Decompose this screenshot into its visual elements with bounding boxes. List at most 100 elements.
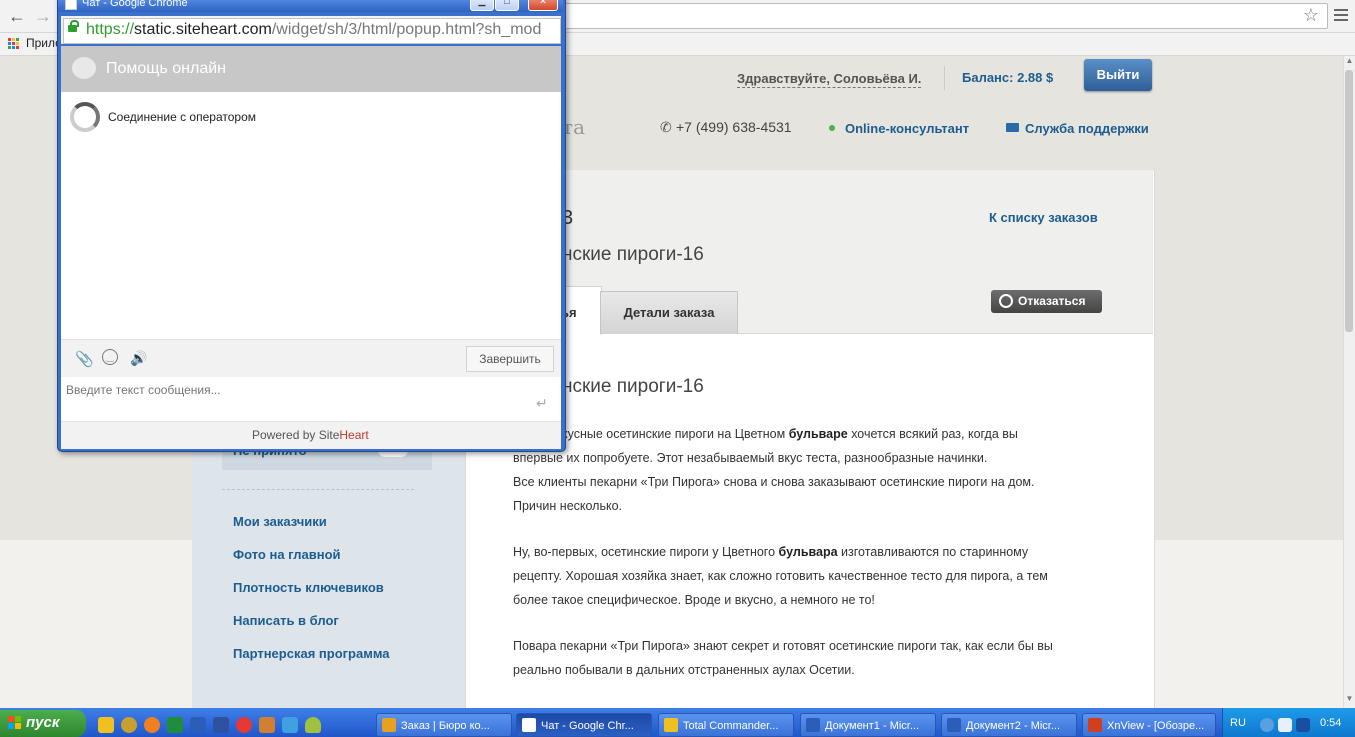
phone-icon: ✆ xyxy=(660,119,672,135)
windows-flag-icon xyxy=(8,716,22,730)
taskbar-task[interactable]: Заказ | Бюро ко... xyxy=(376,713,512,737)
url-path: /widget/sh/3/html/popup.html?sh_mod xyxy=(271,21,542,38)
smiley-icon[interactable]: ‿ xyxy=(102,349,118,365)
quicklaunch-pen-icon[interactable] xyxy=(98,717,114,733)
order-subtitle: нские пироги-16 xyxy=(562,244,704,265)
online-consultant-link[interactable]: Online-консультант xyxy=(845,121,969,136)
article-text: Причин несколько. xyxy=(513,499,623,513)
task-label: Документ2 - Micr... xyxy=(966,720,1061,732)
taskbar-task[interactable]: Чат - Google Chr... xyxy=(516,713,652,737)
logout-button[interactable]: Выйти xyxy=(1084,59,1152,91)
online-status-icon xyxy=(829,125,835,131)
url-host: static.siteheart.com xyxy=(134,21,272,38)
task-label: Чат - Google Chr... xyxy=(541,720,634,732)
article-text: Повара пекарни «Три Пирога» знают секрет… xyxy=(513,639,1053,653)
article-line: Повара пекарни «Три Пирога» знают секрет… xyxy=(513,639,1053,653)
start-label[interactable]: пуск xyxy=(26,714,59,731)
powered-by-link[interactable]: Powered by SiteHeart xyxy=(252,428,369,442)
article-heading: нские пироги-16 xyxy=(562,376,704,397)
loading-spinner-icon xyxy=(70,102,100,132)
apps-grid-icon[interactable] xyxy=(8,38,20,50)
article-text: впервые их попробуете. Этот незабываемый… xyxy=(513,451,988,465)
sidebar-item-homepage-photo[interactable]: Фото на главной xyxy=(233,547,341,562)
prohibited-icon xyxy=(999,294,1013,308)
article-text: более такое специфическое. Вроде и вкусн… xyxy=(513,593,875,607)
sidebar-item-write-blog[interactable]: Написать в блог xyxy=(233,613,339,628)
sidebar xyxy=(192,440,465,710)
taskbar-task[interactable]: Документ2 - Micr... xyxy=(941,713,1077,737)
quicklaunch-app-icon[interactable] xyxy=(305,717,321,733)
quicklaunch-excel-icon[interactable] xyxy=(167,717,183,733)
close-icon[interactable]: ✕ xyxy=(528,0,558,11)
article-text: Все клиенты пекарни «Три Пирога» снова и… xyxy=(513,475,1035,489)
taskbar-task[interactable]: Документ1 - Micr... xyxy=(800,713,936,737)
envelope-icon xyxy=(1006,123,1019,132)
article-text: Ну, во-первых, осетинские пироги у Цветн… xyxy=(513,545,779,559)
article-line: рецепту. Хорошая хозяйка знает, как слож… xyxy=(513,569,1048,583)
balance-link[interactable]: Баланс: 2.88 $ xyxy=(962,70,1053,85)
taskbar-task[interactable]: XnView - [Обозре... xyxy=(1082,713,1216,737)
speaker-icon[interactable]: 🔊 xyxy=(130,350,147,367)
powered-prefix: Powered by xyxy=(252,428,319,442)
scroll-down-icon[interactable]: ▼ xyxy=(1344,694,1355,706)
forward-arrow-icon[interactable]: → xyxy=(32,5,54,27)
article-line: Причин несколько. xyxy=(513,499,622,513)
support-link[interactable]: Служба поддержки xyxy=(1025,121,1149,136)
sidebar-item-partner-program[interactable]: Партнерская программа xyxy=(233,646,390,661)
language-indicator[interactable]: RU xyxy=(1230,717,1246,729)
phone-number: +7 (499) 638-4531 xyxy=(676,119,792,135)
maximize-icon[interactable]: □ xyxy=(495,0,519,11)
article-line: более такое специфическое. Вроде и вкусн… xyxy=(513,593,875,607)
quicklaunch-word-icon[interactable] xyxy=(190,717,206,733)
taskbar-task[interactable]: Total Commander... xyxy=(658,713,794,737)
quicklaunch-firefox-icon[interactable] xyxy=(144,717,160,733)
scroll-up-icon[interactable]: ▲ xyxy=(1344,56,1355,68)
bookmark-star-icon[interactable]: ☆ xyxy=(1300,5,1322,25)
quicklaunch-phone-icon[interactable] xyxy=(282,717,298,733)
task-label: XnView - [Обозре... xyxy=(1107,720,1205,732)
url-scheme: https:// xyxy=(86,21,135,38)
article-text: изготавливаются по старинному xyxy=(837,545,1029,559)
quicklaunch-opera-icon[interactable] xyxy=(121,717,137,733)
enter-icon[interactable]: ↵ xyxy=(536,395,548,412)
clock[interactable]: 0:54 xyxy=(1320,717,1341,729)
quicklaunch-xnview-icon[interactable] xyxy=(259,717,275,733)
back-arrow-icon[interactable]: ← xyxy=(6,5,28,27)
cancel-order-label[interactable]: Отказаться xyxy=(1018,290,1085,313)
tray-network-icon[interactable] xyxy=(1260,718,1274,732)
sidebar-item-my-clients[interactable]: Мои заказчики xyxy=(233,514,327,529)
task-label: Total Commander... xyxy=(683,720,779,732)
menu-icon[interactable] xyxy=(1334,7,1348,23)
minimize-icon[interactable]: ▁ xyxy=(470,0,494,11)
task-app-icon xyxy=(947,718,961,732)
article-line: Все клиенты пекарни «Три Пирога» снова и… xyxy=(513,475,1035,489)
scrollbar-thumb[interactable] xyxy=(1345,70,1353,332)
task-app-icon xyxy=(522,718,536,732)
tray-ru-icon[interactable] xyxy=(1296,718,1310,732)
sidebar-item-keyword-density[interactable]: Плотность ключевиков xyxy=(233,580,384,595)
header-divider xyxy=(944,66,945,90)
back-to-orders-link[interactable]: К списку заказов xyxy=(989,210,1098,225)
chat-bubble-icon xyxy=(72,57,96,79)
page-icon xyxy=(65,0,77,10)
task-label: Заказ | Бюро ко... xyxy=(401,720,490,732)
tab-order-details[interactable]: Детали заказа xyxy=(600,291,738,334)
connecting-status: Соединение с оператором xyxy=(108,110,256,124)
finish-chat-button[interactable]: Завершить xyxy=(466,346,554,372)
quicklaunch-floppy-icon[interactable] xyxy=(213,717,229,733)
article-text: хочется всякий раз, когда вы xyxy=(847,427,1018,441)
message-input[interactable] xyxy=(61,377,561,421)
article-text: реально побывали в дальних отстраненных … xyxy=(513,663,855,677)
user-greeting[interactable]: Здравствуйте, Соловьёва И. xyxy=(737,71,922,88)
article-bold-text: бульвара xyxy=(778,545,838,559)
task-label: Документ1 - Micr... xyxy=(825,720,920,732)
paperclip-icon[interactable]: 📎 xyxy=(75,350,94,368)
popup-url[interactable]: https://static.siteheart.com/widget/sh/3… xyxy=(86,21,558,39)
article-line: кусные осетинские пироги на Цветном буль… xyxy=(562,427,1018,441)
sidebar-divider xyxy=(222,489,414,490)
tray-ie-icon[interactable] xyxy=(1278,718,1292,732)
task-app-icon xyxy=(806,718,820,732)
quicklaunch-chrome-icon[interactable] xyxy=(236,717,252,733)
address-bar[interactable] xyxy=(560,3,1328,29)
task-app-icon xyxy=(1088,718,1102,732)
